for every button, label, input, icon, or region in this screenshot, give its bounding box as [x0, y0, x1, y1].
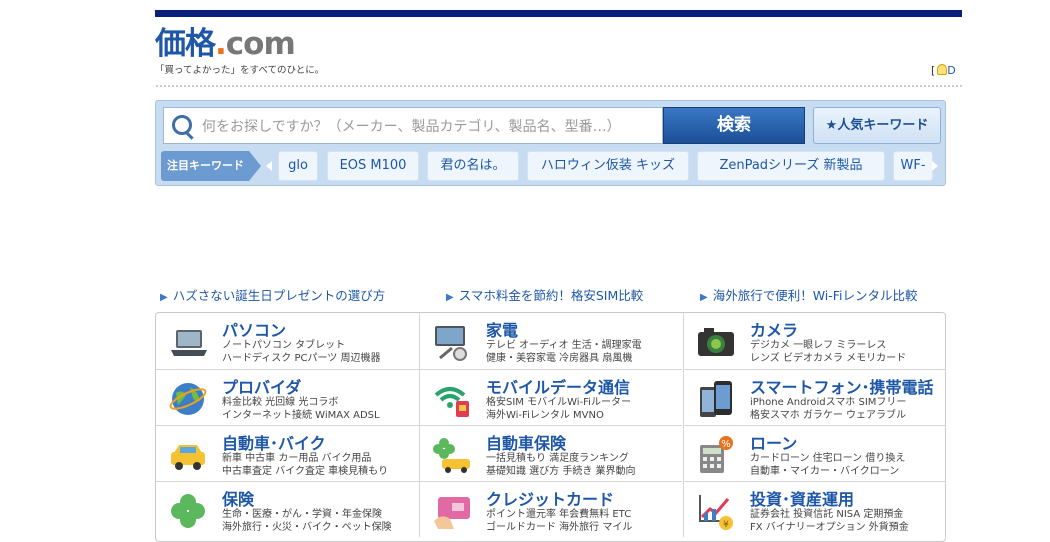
category-title[interactable]: 家電	[486, 317, 518, 341]
category-smartphone[interactable]: スマートフォン･携帯電話 iPhone Androidスマホ SIMフリー 格安ス…	[683, 369, 945, 425]
category-title[interactable]: ローン	[750, 430, 797, 454]
category-car[interactable]: 自動車･バイク 新車 中古車 カー用品 バイク用品 中古車査定 バイク査定 車検見…	[156, 425, 419, 481]
category-loan[interactable]: % ローン カードローン 住宅ローン 借り換え 自動車・マイカー・バイクローン	[683, 425, 945, 481]
promo-link-sim[interactable]: ▶ スマホ料金を節約！格安SIM比較	[446, 285, 643, 304]
search-input[interactable]	[200, 108, 659, 145]
category-grid: パソコン ノートパソコン タブレット ハードディスク PCパーツ 周辺機器 家電 …	[155, 312, 946, 542]
featured-keywords-label: 注目キーワード	[161, 151, 261, 181]
category-appliances[interactable]: 家電 テレビ オーディオ 生活・調理家電 健康・美容家電 冷房器具 扇風機	[419, 313, 682, 369]
category-links[interactable]: テレビ オーディオ 生活・調理家電 健康・美容家電 冷房器具 扇風機	[486, 339, 642, 365]
triangle-icon: ▶	[700, 292, 708, 303]
category-title[interactable]: 保険	[222, 486, 254, 510]
category-pc[interactable]: パソコン ノートパソコン タブレット ハードディスク PCパーツ 周辺機器	[156, 313, 419, 369]
promo-text: ハズさない誕生日プレゼントの選び方	[172, 288, 386, 303]
category-camera[interactable]: カメラ デジカメ 一眼レフ ミラーレス レンズ ビデオカメラ メモリカード	[683, 313, 945, 369]
header-corner-link[interactable]: [D	[931, 64, 956, 77]
logo-com: com	[225, 26, 296, 62]
svg-text:¥: ¥	[723, 520, 729, 530]
keywords-prev-icon[interactable]	[266, 161, 272, 171]
triangle-icon: ▶	[446, 292, 454, 303]
category-title[interactable]: プロバイダ	[222, 374, 301, 398]
category-title[interactable]: クレジットカード	[486, 486, 614, 510]
clover-icon	[171, 494, 205, 528]
corner-text: D	[947, 64, 956, 77]
category-title[interactable]: 自動車･バイク	[222, 430, 326, 454]
keyword-chip[interactable]: 君の名は。	[427, 151, 519, 181]
category-links[interactable]: 証券会社 投資信託 NISA 定期預金 FX バイナリーオプション 外貨預金	[750, 508, 909, 534]
clover-car-icon	[433, 438, 470, 473]
category-title[interactable]: 自動車保険	[486, 430, 566, 454]
category-title[interactable]: スマートフォン･携帯電話	[750, 374, 934, 398]
promo-link-wifi[interactable]: ▶ 海外旅行で便利！Wi-Fiレンタル比較	[700, 285, 918, 304]
chart-coin-icon: ¥	[699, 495, 733, 530]
logo-tagline: 「買ってよかった」をすべてのひとに。	[155, 65, 325, 76]
promo-text: スマホ料金を節約！格安SIM比較	[458, 288, 644, 303]
category-insurance[interactable]: 保険 生命・医療・がん・学資・年金保険 海外旅行・火災・バイク・ペット保険	[156, 481, 419, 537]
globe-icon	[169, 383, 207, 415]
category-title[interactable]: パソコン	[222, 317, 286, 341]
popular-keywords-button[interactable]: ★人気キーワード	[813, 107, 941, 144]
promo-link-birthday[interactable]: ▶ ハズさない誕生日プレゼントの選び方	[160, 285, 385, 304]
logo-kanji: 価格	[155, 26, 216, 62]
search-icon	[172, 115, 192, 135]
key-icon	[937, 64, 948, 75]
car-icon	[171, 445, 205, 470]
keyword-chip[interactable]: glo	[278, 151, 318, 181]
tv-icon	[435, 326, 467, 361]
corner-bracket: [	[931, 64, 936, 77]
category-links[interactable]: 料金比較 光回線 光コラボ インターネット接続 WiMAX ADSL	[222, 396, 380, 422]
top-brand-bar	[155, 10, 962, 17]
camera-icon	[698, 328, 734, 356]
keyword-chip[interactable]: EOS M100	[327, 151, 419, 181]
promo-text: 海外旅行で便利！Wi-Fiレンタル比較	[712, 288, 918, 303]
search-button[interactable]: 検索	[663, 107, 805, 144]
category-links[interactable]: デジカメ 一眼レフ ミラーレス レンズ ビデオカメラ メモリカード	[750, 339, 906, 365]
category-car-insurance[interactable]: 自動車保険 一括見積もり 満足度ランキング 基礎知識 選び方 手続き 業界動向	[419, 425, 682, 481]
featured-keywords-row: 注目キーワード glo EOS M100 君の名は。 ハロウィン仮装 キッズ Z…	[161, 151, 941, 181]
dotted-divider	[155, 84, 962, 88]
svg-text:%: %	[721, 439, 731, 450]
search-panel: 検索 ★人気キーワード 注目キーワード glo EOS M100 君の名は。 ハ…	[155, 100, 946, 186]
triangle-icon: ▶	[160, 292, 168, 303]
laptop-icon	[171, 330, 207, 356]
search-field[interactable]	[163, 107, 663, 145]
category-title[interactable]: 投資･資産運用	[750, 486, 854, 510]
keyword-chip[interactable]: ハロウィン仮装 キッズ	[527, 151, 689, 181]
category-provider[interactable]: プロバイダ 料金比較 光回線 光コラボ インターネット接続 WiMAX ADSL	[156, 369, 419, 425]
category-links[interactable]: 一括見積もり 満足度ランキング 基礎知識 選び方 手続き 業界動向	[486, 452, 636, 478]
smartphone-icon	[700, 381, 732, 417]
logo-dot: .	[215, 26, 227, 62]
category-links[interactable]: 格安SIM モバイルWi-Fiルーター 海外Wi-Fiレンタル MVNO	[486, 396, 631, 422]
category-title[interactable]: カメラ	[750, 317, 798, 341]
category-links[interactable]: 生命・医療・がん・学資・年金保険 海外旅行・火災・バイク・ペット保険	[222, 508, 392, 534]
category-links[interactable]: ポイント還元率 年会費無料 ETC ゴールドカード 海外旅行 マイル	[486, 508, 632, 534]
keywords-next-icon[interactable]	[932, 161, 938, 171]
category-links[interactable]: 新車 中古車 カー用品 バイク用品 中古車査定 バイク査定 車検見積もり	[222, 452, 388, 478]
category-credit-card[interactable]: クレジットカード ポイント還元率 年会費無料 ETC ゴールドカード 海外旅行 マ…	[419, 481, 682, 537]
category-links[interactable]: ノートパソコン タブレット ハードディスク PCパーツ 周辺機器	[222, 339, 380, 365]
keyword-chip[interactable]: WF-	[893, 151, 933, 181]
wifi-sim-icon	[434, 387, 469, 417]
category-title[interactable]: モバイルデータ通信	[486, 374, 630, 398]
keyword-chip[interactable]: ZenPadシリーズ 新製品	[697, 151, 885, 181]
category-mobile-data[interactable]: モバイルデータ通信 格安SIM モバイルWi-Fiルーター 海外Wi-Fiレンタル…	[419, 369, 682, 425]
kakaku-logo[interactable]: 価格. com	[155, 26, 296, 62]
category-investment[interactable]: ¥ 投資･資産運用 証券会社 投資信託 NISA 定期預金 FX バイナリーオプシ…	[683, 481, 945, 537]
category-links[interactable]: iPhone Androidスマホ SIMフリー 格安スマホ ガラケー ウェアラブ…	[750, 396, 906, 422]
calculator-icon: %	[700, 436, 733, 473]
category-links[interactable]: カードローン 住宅ローン 借り換え 自動車・マイカー・バイクローン	[750, 452, 905, 478]
credit-card-icon	[434, 497, 470, 529]
